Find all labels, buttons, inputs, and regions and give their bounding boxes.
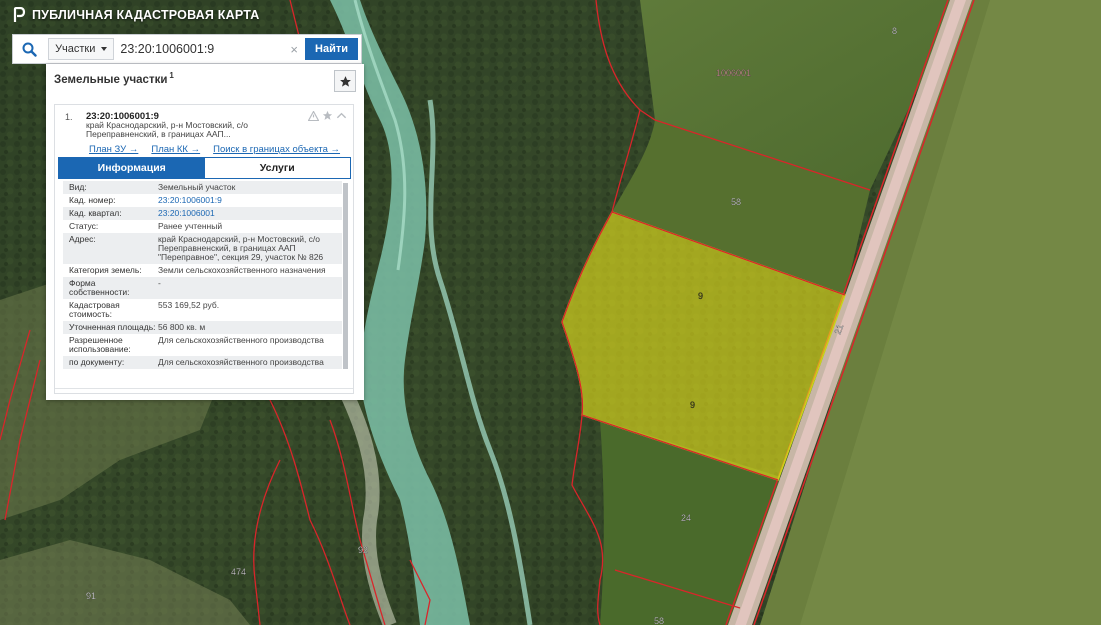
map-label-8: 8 [892,26,897,36]
map-label-92: 92 [358,545,368,555]
app-header: ПУБЛИЧНАЯ КАДАСТРОВАЯ КАРТА [12,6,259,24]
result-index: 1. [65,112,73,122]
info-row-status: Статус: Ранее учтенный [69,221,223,231]
results-count: 1 [169,71,174,80]
result-links: План ЗУ → План КК → Поиск в границах объ… [89,144,340,155]
map-label-9a: 9 [698,291,703,301]
info-row-ownership: Форма собственности: - [63,277,342,299]
search-input[interactable] [114,37,288,61]
results-panel: Земельные участки 1 1. 23:20:1006001:9 кр… [46,64,364,400]
plan-zu-link[interactable]: План ЗУ → [89,144,138,155]
info-row-type: Вид: Земельный участок [63,181,342,194]
card-divider [55,388,353,389]
map-label-58b: 58 [654,616,664,625]
cadastral-number-link[interactable]: 23:20:1006001:9 [158,196,342,205]
star-icon [339,75,351,87]
map-label-58: 58 [731,197,741,207]
map-label-474: 474 [231,567,246,577]
result-actions [308,110,347,121]
star-icon[interactable] [322,110,333,121]
info-row-address: Адрес: край Краснодарский, р-н Мостовский… [63,233,342,264]
chevron-up-icon[interactable] [336,111,347,120]
warning-icon[interactable] [308,110,319,121]
search-within-link[interactable]: Поиск в границах объекта → [213,144,340,155]
info-row-land-category: Категория земель: Земли сельскохозяйствен… [69,265,326,275]
info-row-cadnum: Кад. номер: 23:20:1006001:9 [63,194,342,207]
info-row-cadastral-value: Кадастровая стоимость: 553 169,52 руб. [69,300,220,319]
object-type-label: Участки [55,43,96,55]
map-label-91: 91 [86,591,96,601]
search-bar: Участки × Найти [12,34,362,64]
object-type-select[interactable]: Участки [48,38,115,60]
map-label-9b: 9 [690,400,695,410]
info-row-permitted-use: Разрешенное использование: Для сельскохоз… [69,335,324,354]
tab-services[interactable]: Услуги [204,158,350,178]
find-button[interactable]: Найти [305,38,358,60]
results-header-label: Земельные участки [54,73,168,86]
app-title: ПУБЛИЧНАЯ КАДАСТРОВАЯ КАРТА [32,8,260,22]
result-address: край Краснодарский, р-н Мостовский, с/о … [86,120,249,139]
result-card[interactable]: 1. 23:20:1006001:9 край Краснодарский, р… [54,104,354,394]
info-scrollbar[interactable] [343,183,348,369]
tab-information[interactable]: Информация [59,158,205,178]
chevron-down-icon [101,47,108,51]
results-header: Земельные участки 1 [54,71,174,86]
clear-search-button[interactable]: × [287,42,301,57]
search-icon[interactable] [13,35,46,63]
info-row-by-document: по документу: Для сельскохозяйственного п… [63,356,342,369]
map-label-quarter: 1006001 [716,68,751,78]
info-table: Вид: Земельный участок Кад. номер: 23:20:1… [63,181,342,369]
result-tabs: Информация Услуги [58,157,351,179]
plan-kk-link[interactable]: План КК → [151,144,200,155]
rosreestr-logo-icon [13,7,26,22]
map-label-24: 24 [681,513,691,523]
info-row-quarter: Кад. квартал: 23:20:1006001 [63,207,342,220]
favorites-button[interactable] [334,70,356,92]
cadastral-quarter-link[interactable]: 23:20:1006001 [158,209,342,218]
info-row-area: Уточненная площадь: 56 800 кв. м [63,321,342,334]
info-scrollbar-thumb[interactable] [343,183,348,369]
